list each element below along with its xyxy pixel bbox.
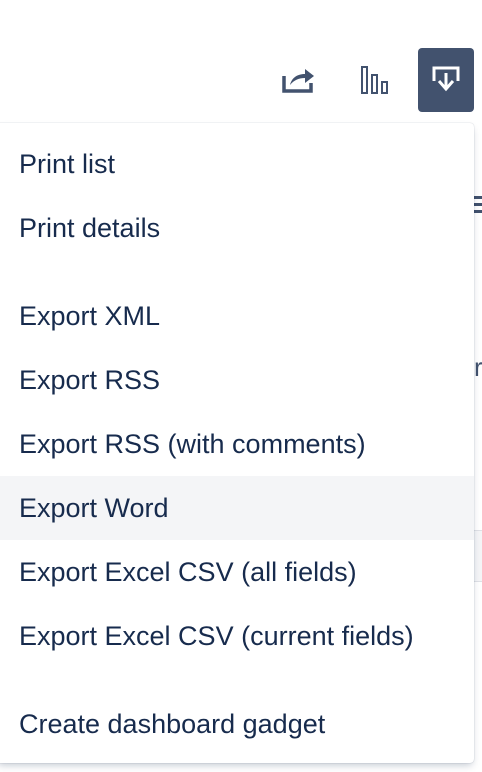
share-button[interactable] — [270, 48, 326, 112]
export-dropdown-menu: Print list Print details Export XML Expo… — [0, 123, 474, 763]
menu-item-export-xml[interactable]: Export XML — [0, 284, 474, 348]
export-icon — [432, 66, 460, 92]
menu-item-print-details[interactable]: Print details — [0, 196, 474, 260]
gadget-group: Create dashboard gadget — [0, 692, 474, 756]
menu-icon[interactable] — [474, 196, 482, 214]
menu-item-export-word[interactable]: Export Word — [0, 476, 474, 540]
print-group: Print list Print details — [0, 132, 474, 260]
chart-icon — [361, 66, 388, 94]
menu-item-print-list[interactable]: Print list — [0, 132, 474, 196]
page: r Print list Print details Export XML Ex… — [0, 0, 482, 772]
export-group: Export XML Export RSS Export RSS (with c… — [0, 284, 474, 668]
background-partial-text: r — [474, 352, 482, 382]
menu-item-export-rss-comments[interactable]: Export RSS (with comments) — [0, 412, 474, 476]
menu-item-export-csv-current[interactable]: Export Excel CSV (current fields) — [0, 604, 474, 668]
menu-item-export-csv-all[interactable]: Export Excel CSV (all fields) — [0, 540, 474, 604]
reports-button[interactable] — [348, 48, 404, 112]
export-button[interactable] — [418, 48, 474, 112]
menu-item-create-dashboard-gadget[interactable]: Create dashboard gadget — [0, 692, 474, 756]
share-icon — [282, 69, 314, 93]
menu-item-export-rss[interactable]: Export RSS — [0, 348, 474, 412]
